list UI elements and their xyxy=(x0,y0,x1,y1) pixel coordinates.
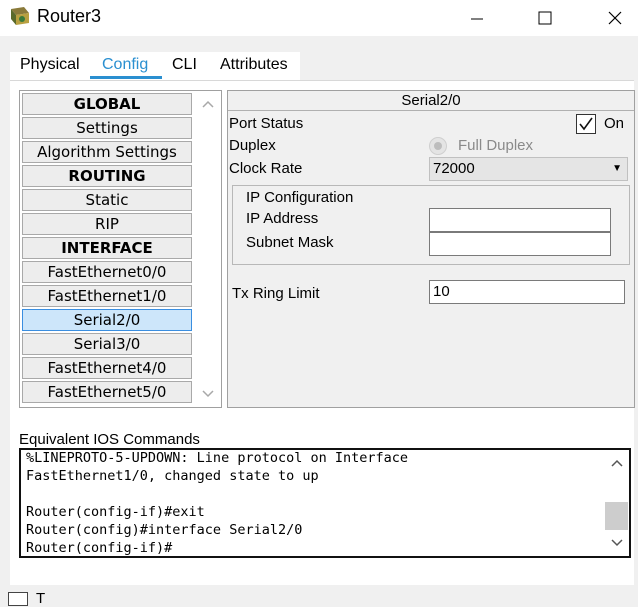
port-status-value: On xyxy=(604,115,625,132)
bottom-label: T xyxy=(36,590,46,607)
console-line: %LINEPROTO-5-UPDOWN: Line protocol on In… xyxy=(26,450,409,466)
sidebar-item-static[interactable]: Static xyxy=(22,189,192,211)
ip-config-title: IP Configuration xyxy=(246,189,354,206)
minimize-icon xyxy=(471,18,483,20)
config-sidebar: GLOBAL Settings Algorithm Settings ROUTI… xyxy=(19,90,222,408)
console-line: Router(config-if)#exit xyxy=(26,504,205,520)
ios-commands-console[interactable]: %LINEPROTO-5-UPDOWN: Line protocol on In… xyxy=(19,448,631,558)
interface-config-panel: Serial2/0 Port Status On Duplex Full Dup… xyxy=(227,90,635,408)
console-line: Router(config-if)# xyxy=(26,540,173,556)
maximize-button[interactable] xyxy=(522,0,568,36)
tx-ring-limit-label: Tx Ring Limit xyxy=(232,285,320,302)
port-status-label: Port Status xyxy=(229,115,304,132)
sidebar-item-fastethernet4-0[interactable]: FastEthernet4/0 xyxy=(22,357,192,379)
sidebar-item-rip[interactable]: RIP xyxy=(22,213,192,235)
clock-rate-label: Clock Rate xyxy=(229,160,303,177)
tab-config[interactable]: Config xyxy=(102,56,148,74)
full-duplex-radio[interactable] xyxy=(429,137,447,155)
clock-rate-value: 72000 xyxy=(433,160,475,177)
tab-cli[interactable]: CLI xyxy=(172,56,197,74)
sidebar-header-interface: INTERFACE xyxy=(22,237,192,259)
clock-rate-select[interactable]: 72000 ▼ xyxy=(429,157,628,181)
chevron-down-icon: ▼ xyxy=(612,163,622,174)
sidebar-item-fastethernet0-0[interactable]: FastEthernet0/0 xyxy=(22,261,192,283)
console-line: Router(config)#interface Serial2/0 xyxy=(26,522,303,538)
sidebar-header-global: GLOBAL xyxy=(22,93,192,115)
ip-configuration-group: IP Configuration IP Address Subnet Mask xyxy=(232,185,630,265)
subnet-mask-field[interactable] xyxy=(429,232,611,256)
sidebar-item-algorithm-settings[interactable]: Algorithm Settings xyxy=(22,141,192,163)
maximize-icon xyxy=(538,11,552,25)
window-title: Router3 xyxy=(37,6,102,26)
duplex-label: Duplex xyxy=(229,137,276,154)
close-button[interactable] xyxy=(592,0,638,36)
checkmark-icon xyxy=(579,117,593,131)
scroll-up-icon[interactable] xyxy=(610,458,624,468)
tx-ring-limit-field[interactable]: 10 xyxy=(429,280,625,304)
tab-physical[interactable]: Physical xyxy=(20,56,80,74)
equivalent-ios-commands-label: Equivalent IOS Commands xyxy=(19,431,200,448)
console-scrollbar[interactable] xyxy=(604,450,629,556)
sidebar-header-routing: ROUTING xyxy=(22,165,192,187)
close-icon xyxy=(608,11,622,25)
tab-bar: Physical Config CLI Attributes xyxy=(10,52,300,80)
panel-title: Serial2/0 xyxy=(228,91,634,111)
full-duplex-label: Full Duplex xyxy=(458,137,534,154)
sidebar-item-settings[interactable]: Settings xyxy=(22,117,192,139)
ip-address-label: IP Address xyxy=(246,210,319,227)
scroll-down-icon[interactable] xyxy=(201,389,215,399)
scroll-up-icon[interactable] xyxy=(201,99,215,109)
bottom-checkbox[interactable] xyxy=(8,592,28,606)
scroll-down-icon[interactable] xyxy=(610,538,624,548)
active-tab-indicator xyxy=(90,76,162,79)
console-line: FastEthernet1/0, changed state to up xyxy=(26,468,319,484)
sidebar-item-serial2-0[interactable]: Serial2/0 xyxy=(22,309,192,331)
minimize-button[interactable] xyxy=(454,0,500,36)
tab-attributes[interactable]: Attributes xyxy=(220,56,288,74)
sidebar-item-serial3-0[interactable]: Serial3/0 xyxy=(22,333,192,355)
router-app-icon xyxy=(11,7,29,25)
scrollbar-thumb[interactable] xyxy=(605,502,628,530)
sidebar-item-fastethernet5-0[interactable]: FastEthernet5/0 xyxy=(22,381,192,403)
subnet-mask-label: Subnet Mask xyxy=(246,234,334,251)
ip-address-field[interactable] xyxy=(429,208,611,232)
title-bar: Router3 xyxy=(0,0,638,36)
sidebar-scrollbar[interactable] xyxy=(196,91,221,407)
sidebar-item-fastethernet1-0[interactable]: FastEthernet1/0 xyxy=(22,285,192,307)
port-status-checkbox[interactable] xyxy=(576,114,596,134)
